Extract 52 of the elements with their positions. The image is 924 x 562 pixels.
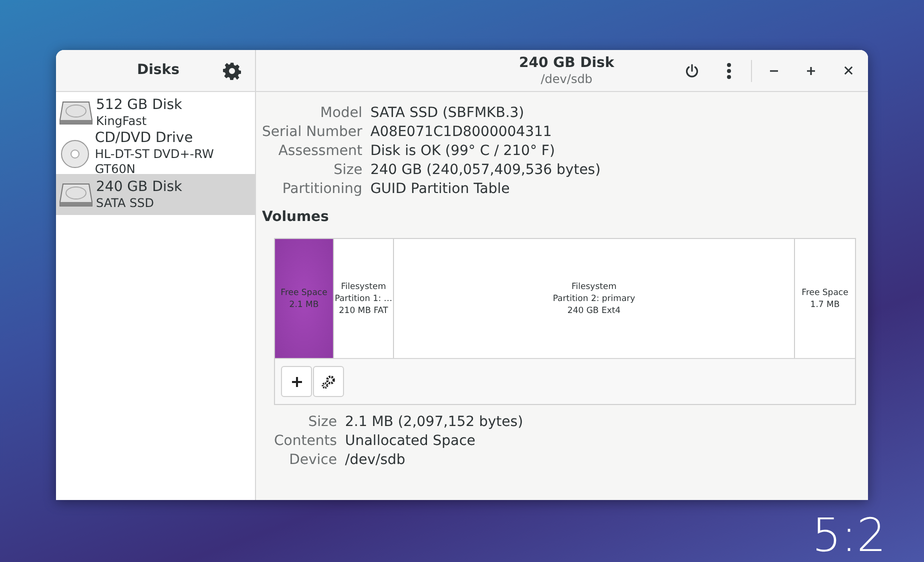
field-value: 2.1 MB (2,097,152 bytes) <box>344 413 524 431</box>
field-value: A08E071C1D8000004311 <box>370 123 553 141</box>
field-label: Serial Number <box>262 123 362 141</box>
field-label: Size <box>332 161 362 179</box>
field-label: Assessment <box>277 142 362 160</box>
plus-icon <box>290 376 302 388</box>
field-value: Disk is OK (99° C / 210° F) <box>370 142 556 160</box>
field-value: Unallocated Space <box>344 432 476 450</box>
drive-detail: KingFast <box>96 114 148 128</box>
sidebar-title: Disks <box>137 61 180 80</box>
volume-label: Free Space <box>802 286 848 298</box>
field-label: Partitioning <box>281 180 362 198</box>
drive-name: 512 GB Disk <box>96 96 182 114</box>
field-label: Contents <box>274 432 337 450</box>
volume-segment[interactable]: Free Space 1.7 MB <box>795 239 855 358</box>
volume-label: Filesystem <box>341 280 386 292</box>
optical-disc-icon <box>60 138 90 168</box>
volume-segment[interactable]: Filesystem Partition 1: … 210 MB FAT <box>334 239 394 358</box>
drive-detail: SATA SSD <box>96 196 156 210</box>
power-icon <box>685 64 699 78</box>
drive-name: 240 GB Disk <box>96 178 182 196</box>
add-partition-button[interactable] <box>281 366 312 397</box>
field-label: Size <box>307 413 337 431</box>
field-value: /dev/sdb <box>344 451 406 469</box>
gears-icon <box>321 374 336 388</box>
more-icon <box>727 62 731 78</box>
drive-list-item[interactable]: 240 GB Disk SATA SSD <box>56 174 255 215</box>
drive-list-item[interactable]: CD/DVD Drive HL-DT-ST DVD+-RW GT60N <box>56 133 255 174</box>
section-heading: Volumes <box>262 208 330 226</box>
volume-label: 210 MB FAT <box>338 304 388 316</box>
volume-label: 2.1 MB <box>289 298 319 310</box>
plus-icon <box>806 66 816 76</box>
field-label: Model <box>319 104 362 122</box>
volume-segment[interactable]: Filesystem Partition 2: primary 240 GB Ext4 <box>394 239 795 358</box>
volume-label: Partition 1: … <box>334 292 392 304</box>
window-title: 240 GB Disk <box>519 54 614 72</box>
volume-label: Partition 2: primary <box>552 292 636 304</box>
partition-options-button[interactable] <box>313 366 344 397</box>
volume-label: 1.7 MB <box>810 298 840 310</box>
field-label: Device <box>288 451 337 469</box>
drive-name: CD/DVD Drive <box>94 130 194 147</box>
volume-label: Filesystem <box>572 280 616 292</box>
drive-detail: HL-DT-ST DVD+-RW GT60N <box>94 147 215 177</box>
volume-label: Free Space <box>280 286 328 298</box>
field-value: 240 GB (240,057,409,536 bytes) <box>370 161 602 179</box>
close-icon <box>844 66 852 75</box>
volume-label: 240 GB Ext4 <box>567 304 621 316</box>
field-value: GUID Partition Table <box>370 180 511 198</box>
window-subtitle: /dev/sdb <box>540 72 592 86</box>
settings-icon <box>223 62 241 80</box>
field-value: SATA SSD (SBFMKB.3) <box>370 104 526 122</box>
desktop-clock: 5:2 <box>812 510 886 560</box>
